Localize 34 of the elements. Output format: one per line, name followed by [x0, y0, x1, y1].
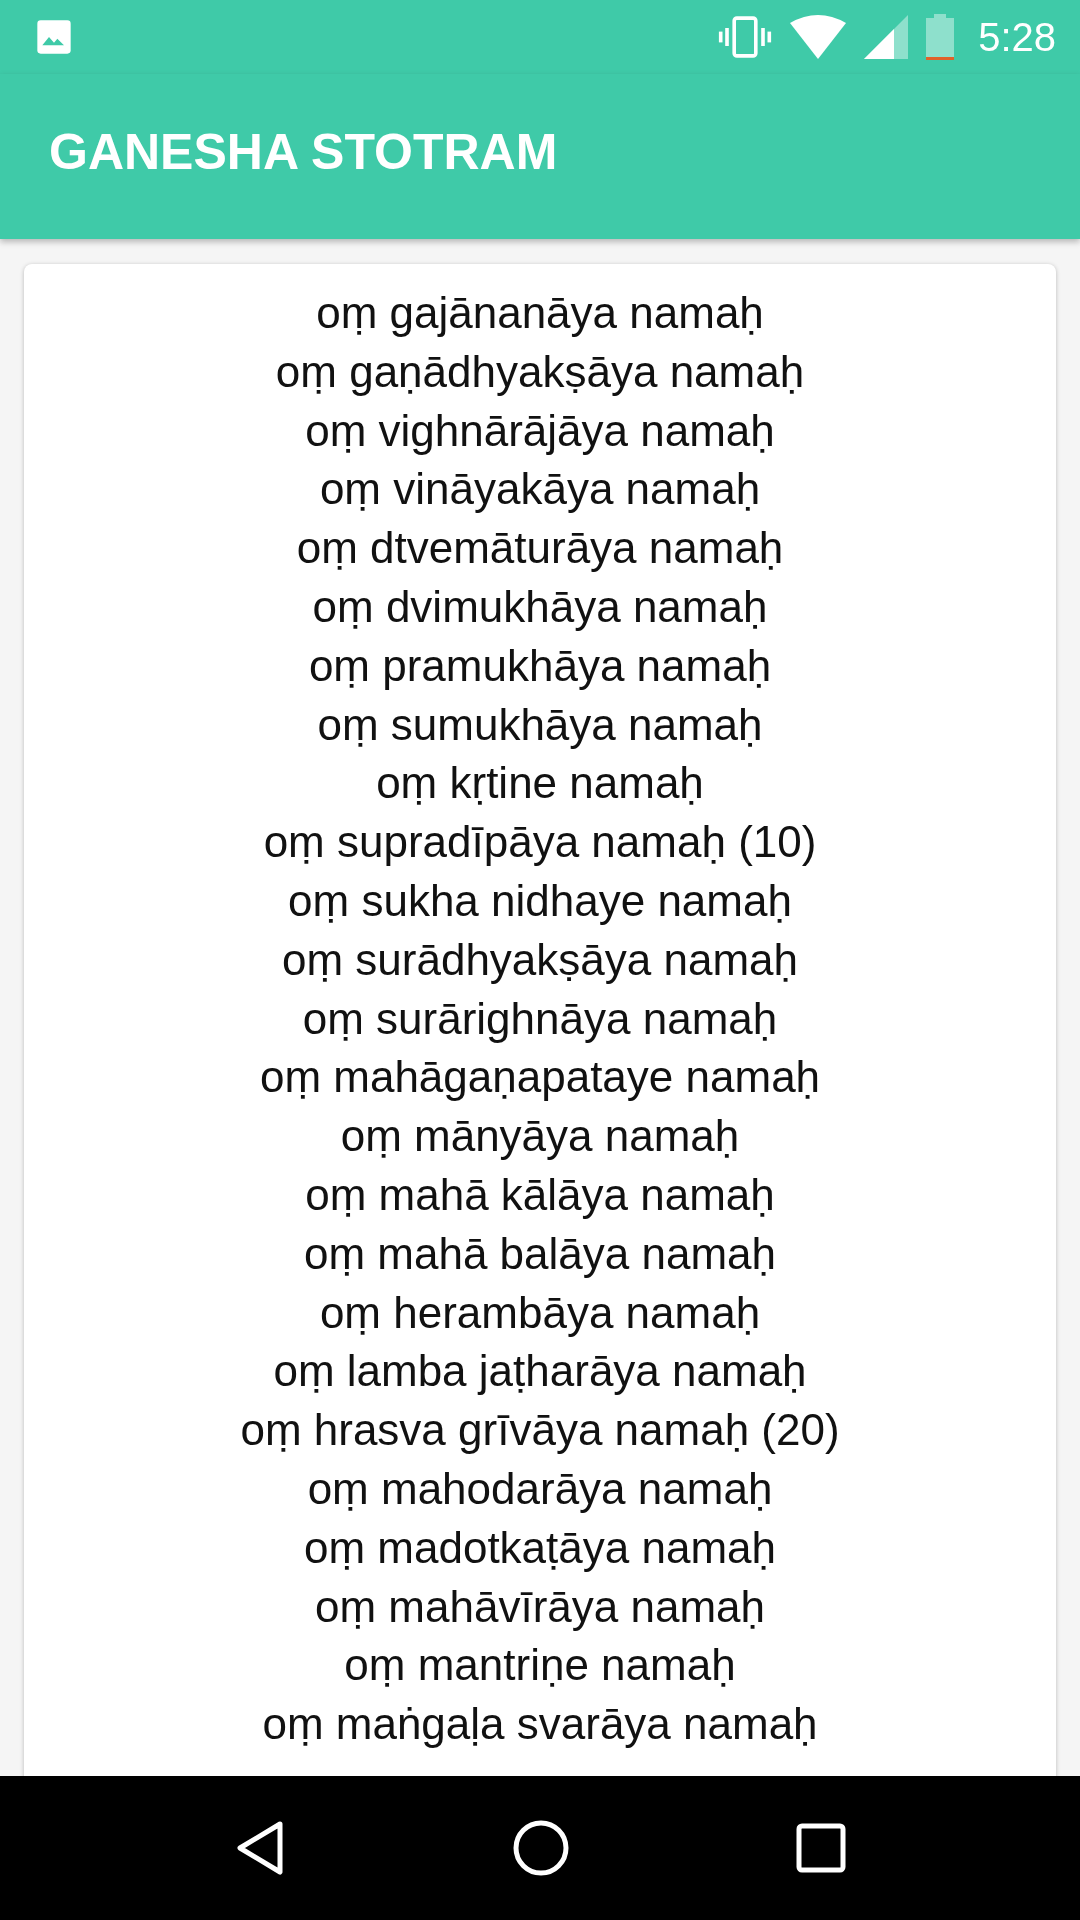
verse-line: oṃ surārighnāya namaḥ	[302, 992, 778, 1045]
home-button[interactable]	[513, 1820, 569, 1876]
battery-icon	[926, 14, 955, 60]
verse-line: oṃ mahāgaṇapataye namaḥ	[259, 1051, 821, 1104]
verse-line: oṃ kṛtine namaḥ	[376, 757, 704, 810]
verse-line: oṃ dvimukhāya namaḥ	[312, 581, 768, 633]
status-time: 5:28	[978, 14, 1056, 60]
verse-line: oṃ madotkaṭāya namaḥ	[303, 1521, 776, 1574]
verse-line: oṃ mahodarāya namaḥ	[307, 1462, 773, 1515]
verse-line: oṃ pramukhāya namaḥ	[308, 639, 772, 692]
verse-line: oṃ lamba jaṭharāya namaḥ	[273, 1345, 807, 1398]
recents-button[interactable]	[796, 1823, 847, 1873]
verse-line: oṃ hrasva grīvāya namaḥ (20)	[240, 1404, 840, 1457]
verse-line: oṃ vighnārājāya namaḥ	[305, 404, 775, 457]
signal-icon	[864, 15, 909, 59]
verse-line: oṃ surādhyakṣāya namaḥ	[281, 933, 799, 986]
verse-line: oṃ mahāvīrāya namaḥ	[315, 1580, 765, 1633]
verse-line: oṃ sumukhāya namaḥ	[317, 698, 763, 751]
app-title: GANESHA STOTRAM	[49, 122, 558, 181]
verse-line: oṃ gajānanāya namaḥ	[316, 287, 764, 339]
verse-line: oṃ maṅgaḷa svarāya namaḥ	[262, 1698, 818, 1751]
verse-line: oṃ mantriṇe namaḥ	[344, 1639, 736, 1692]
verse-line: oṃ mahā kālāya namaḥ	[305, 1168, 775, 1221]
verse-line: oṃ sukha nidhaye namaḥ	[288, 874, 792, 927]
image-icon	[34, 17, 74, 57]
verse-line: oṃ vināyakāya namaḥ	[319, 463, 761, 516]
verse-line: oṃ mahā balāya namaḥ	[303, 1227, 777, 1280]
verse-line: oṃ herambāya namaḥ	[319, 1286, 761, 1339]
verse-line: oṃ supradīpāya namaḥ (10)	[263, 816, 817, 869]
verse-line: oṃ mānyāya namaḥ	[340, 1110, 740, 1163]
vibrate-icon	[718, 15, 773, 59]
verse-line: oṃ dtvemāturāya namaḥ	[296, 522, 784, 575]
verse-line: oṃ gaṇādhyakṣāya namaḥ	[275, 345, 805, 398]
wifi-icon	[790, 15, 847, 59]
